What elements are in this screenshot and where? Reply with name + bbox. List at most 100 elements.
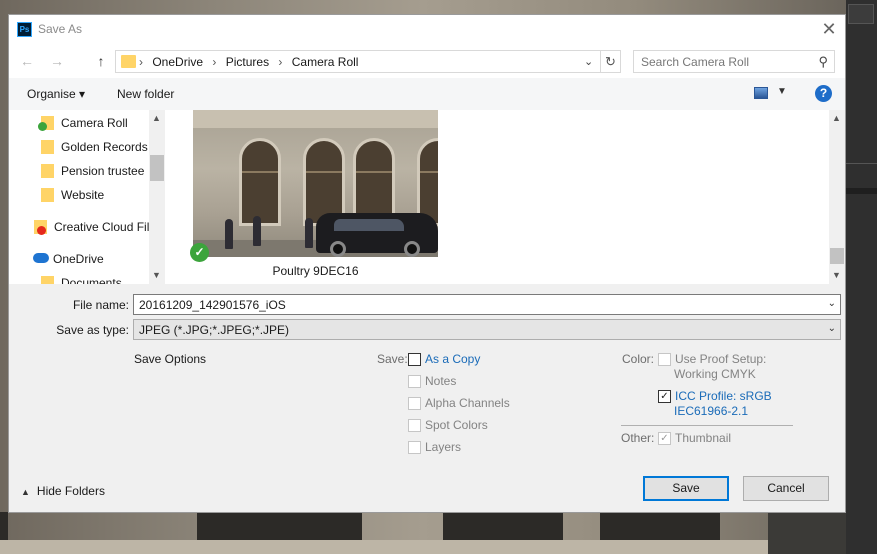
panel-button[interactable] — [848, 4, 874, 24]
new-folder-button[interactable]: New folder — [117, 87, 174, 101]
other-label: Other: — [621, 431, 655, 445]
save-options-title: Save Options — [134, 352, 207, 366]
file-name-label: File name: — [72, 298, 129, 312]
save-as-type-value: JPEG (*.JPG;*.JPEG;*.JPE) — [139, 323, 290, 337]
photoshop-icon: Ps — [17, 22, 32, 37]
photo-window — [239, 138, 281, 226]
browse-area: Camera Roll Golden Records Pension trust… — [9, 110, 845, 284]
file-name-field[interactable]: 20161209_142901576_iOS ⌄ — [133, 294, 841, 315]
checkbox-label: Notes — [425, 374, 457, 388]
breadcrumb-camera-roll[interactable]: Camera Roll — [292, 55, 359, 69]
help-icon[interactable]: ? — [815, 85, 832, 102]
onedrive-icon — [33, 253, 49, 263]
save-button[interactable]: Save — [643, 476, 729, 501]
chevron-down-icon[interactable]: ▼ — [152, 270, 161, 280]
checkbox-box[interactable] — [408, 397, 421, 410]
breadcrumb-separator: › — [139, 55, 143, 69]
chevron-down-icon[interactable]: ⌄ — [828, 323, 836, 334]
checkmark-icon[interactable]: ✓ — [658, 390, 671, 403]
organise-button[interactable]: Organise ▾ — [27, 87, 85, 101]
panel-divider — [846, 188, 877, 194]
file-name-label[interactable]: Poultry 9DEC16 — [193, 264, 438, 278]
checkbox-label: As a Copy — [425, 352, 481, 366]
view-icon[interactable] — [754, 87, 768, 99]
save-as-dialog: Ps Save As ✕ ← → ↑ › OneDrive › Pictures… — [8, 14, 846, 513]
window-title: Save As — [38, 22, 83, 36]
tree-item-label: Pension trustee — [61, 164, 145, 178]
photo-car — [316, 213, 438, 257]
background-window — [197, 512, 362, 540]
checkbox-label: Spot Colors — [425, 418, 488, 432]
divider — [621, 425, 793, 426]
tree-item-label: Documents — [61, 276, 122, 284]
folder-icon — [41, 140, 54, 154]
checkbox-label: Use Proof Setup: — [675, 352, 767, 366]
chevron-down-icon[interactable]: ⌄ — [828, 298, 836, 309]
breadcrumb-separator: › — [212, 55, 217, 69]
save-as-type-select[interactable]: JPEG (*.JPG;*.JPEG;*.JPE) ⌄ — [133, 319, 841, 340]
hide-folders-label: Hide Folders — [36, 484, 105, 498]
search-box[interactable]: Search Camera Roll ⚲ — [633, 50, 835, 73]
chevron-up-icon: ▲ — [21, 487, 30, 497]
checkbox-box[interactable] — [408, 441, 421, 454]
up-arrow-icon[interactable]: ↑ — [91, 51, 111, 71]
tree-item-label: Golden Records — [61, 140, 148, 154]
tree-scrollbar[interactable]: ▲ ▼ — [149, 110, 165, 284]
file-thumbnail[interactable] — [193, 110, 438, 257]
refresh-icon[interactable]: ↻ — [600, 51, 620, 72]
checkbox-label: Thumbnail — [675, 431, 732, 445]
search-placeholder: Search Camera Roll — [641, 55, 750, 69]
navigation-bar: ← → ↑ › OneDrive › Pictures › Camera Rol… — [9, 43, 845, 78]
navigation-tree: Camera Roll Golden Records Pension trust… — [9, 110, 149, 284]
checkmark-icon: ✓ — [190, 243, 209, 262]
photo-frieze — [193, 110, 438, 128]
hide-folders-toggle[interactable]: ▲ Hide Folders — [21, 484, 105, 498]
forward-arrow-icon[interactable]: → — [47, 51, 67, 71]
checkmark-icon[interactable]: ✓ — [658, 432, 671, 445]
scrollbar-thumb[interactable] — [830, 248, 844, 264]
background-window — [443, 512, 563, 540]
close-icon[interactable]: ✕ — [817, 17, 841, 41]
view-dropdown-icon[interactable]: ▼ — [777, 86, 787, 97]
folder-icon — [41, 164, 54, 178]
checkbox-label: Alpha Channels — [425, 396, 510, 410]
checkbox-box[interactable] — [408, 419, 421, 432]
breadcrumb-separator: › — [278, 55, 283, 69]
command-bar: Organise ▾ New folder ▼ ? — [9, 78, 845, 110]
panel-divider — [846, 163, 877, 164]
title-bar: Ps Save As ✕ — [9, 15, 845, 43]
photoshop-panel — [846, 0, 877, 554]
checkbox-label: Layers — [425, 440, 462, 454]
checkbox-box[interactable] — [408, 353, 421, 366]
photo-person — [305, 218, 313, 248]
cancel-button[interactable]: Cancel — [743, 476, 829, 501]
tree-item-label: Website — [61, 188, 105, 202]
save-label: Save: — [377, 352, 408, 366]
checkbox-box[interactable] — [408, 375, 421, 388]
background-window — [600, 512, 720, 540]
background-ledge — [0, 540, 770, 554]
file-list: ✓ Poultry 9DEC16 — [165, 110, 829, 284]
tree-item-label: Creative Cloud Fil — [54, 220, 149, 234]
sync-check-icon — [38, 122, 47, 131]
search-icon[interactable]: ⚲ — [818, 54, 828, 70]
save-as-type-label: Save as type: — [56, 323, 129, 337]
creative-cloud-icon — [37, 226, 46, 235]
back-arrow-icon[interactable]: ← — [17, 51, 37, 71]
background-window — [0, 512, 8, 540]
color-label: Color: — [622, 352, 655, 366]
folder-icon — [121, 55, 136, 68]
chevron-down-icon[interactable]: ▼ — [832, 270, 841, 280]
file-list-scrollbar[interactable]: ▲ ▼ — [829, 110, 845, 284]
scrollbar-thumb[interactable] — [150, 155, 164, 181]
photo-person — [253, 216, 261, 246]
checkbox-box[interactable] — [658, 353, 671, 366]
tree-item-label: Camera Roll — [61, 116, 128, 130]
proof-setup-detail: Working CMYK — [674, 367, 756, 381]
chevron-up-icon[interactable]: ▲ — [152, 113, 161, 123]
breadcrumb-onedrive[interactable]: OneDrive — [152, 55, 203, 69]
address-bar[interactable]: › OneDrive › Pictures › Camera Roll ⌄ ↻ — [115, 50, 621, 73]
chevron-up-icon[interactable]: ▲ — [832, 113, 841, 123]
chevron-down-icon[interactable]: ⌄ — [584, 55, 593, 68]
breadcrumb-pictures[interactable]: Pictures — [226, 55, 269, 69]
